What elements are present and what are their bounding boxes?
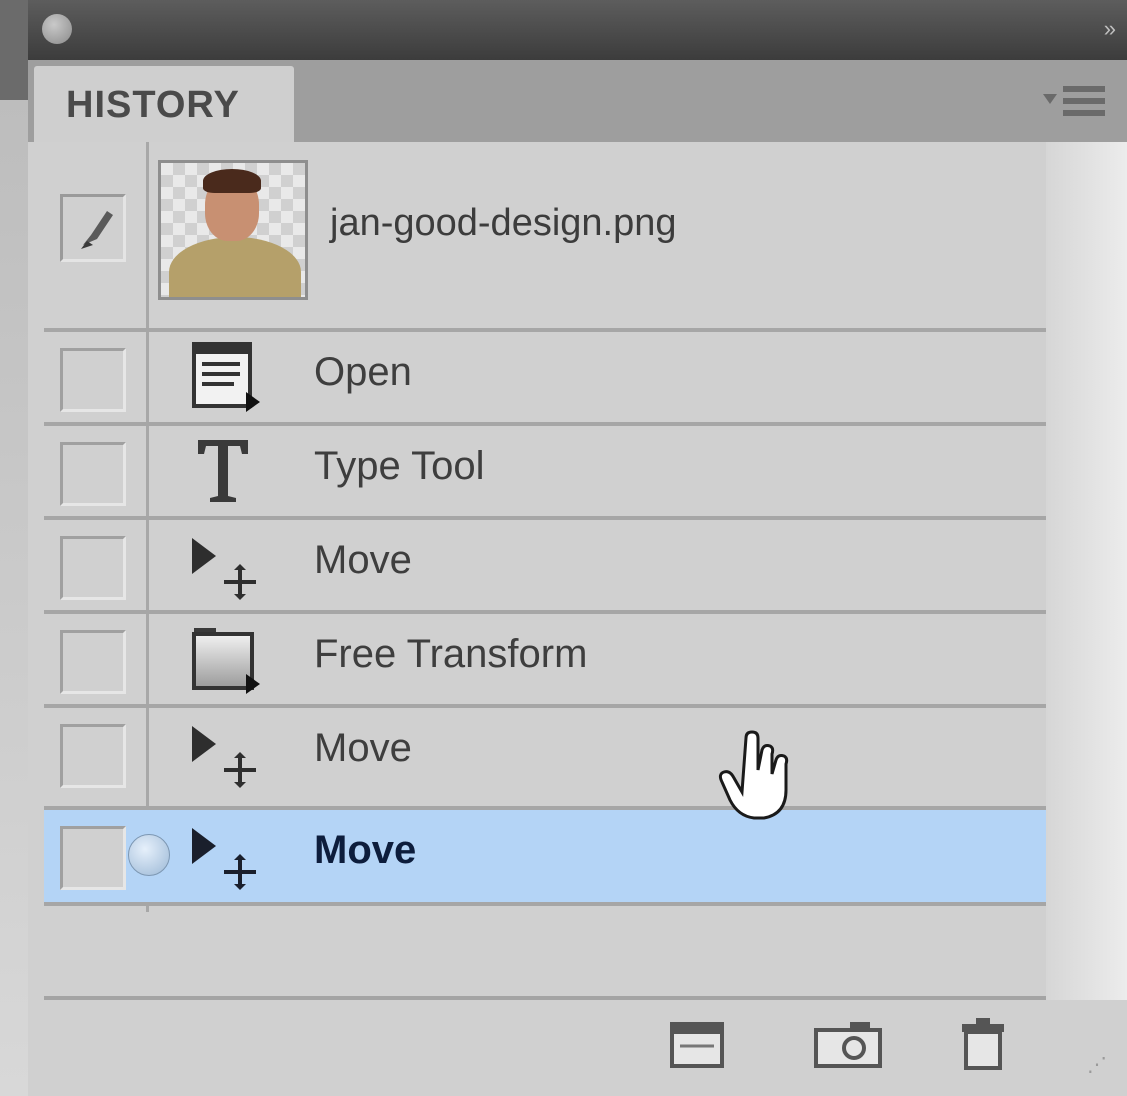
history-brush-source-checkbox[interactable]: [60, 630, 126, 694]
delete-state-icon[interactable]: [958, 1016, 1008, 1072]
history-brush-source-checkbox[interactable]: [60, 194, 126, 262]
history-brush-source-checkbox[interactable]: [60, 348, 126, 412]
tab-history-label: HISTORY: [66, 84, 240, 126]
history-list: jan-good-design.png Open Type Tool Move …: [44, 142, 1046, 912]
move-tool-icon: [192, 828, 256, 890]
hand-cursor-icon: [718, 730, 789, 820]
tab-strip: HISTORY: [28, 60, 1127, 142]
panel-titlebar[interactable]: »: [28, 0, 1127, 60]
history-panel: » HISTORY jan-good-design.png Open Type …: [28, 0, 1127, 1096]
history-state-slider[interactable]: [128, 834, 170, 876]
snapshot-thumbnail: [158, 160, 308, 300]
create-snapshot-icon[interactable]: [810, 1016, 886, 1072]
history-row[interactable]: Open: [44, 328, 1046, 422]
history-row-selected[interactable]: Move: [44, 806, 1046, 906]
history-row-label: Move: [314, 726, 412, 770]
history-row[interactable]: Move: [44, 704, 1046, 798]
history-brush-source-checkbox[interactable]: [60, 442, 126, 506]
history-row[interactable]: Move: [44, 516, 1046, 610]
background-window-edge: [0, 0, 28, 1096]
snapshot-name: jan-good-design.png: [330, 202, 677, 244]
free-transform-icon: [192, 628, 260, 694]
resize-grip-icon[interactable]: ⋰: [1087, 1052, 1117, 1082]
history-brush-source-checkbox[interactable]: [60, 826, 126, 890]
move-tool-icon: [192, 726, 256, 788]
history-brush-icon: [81, 211, 113, 249]
panel-footer: ⋰: [28, 1000, 1127, 1096]
new-document-from-state-icon[interactable]: [666, 1016, 730, 1072]
history-row-label: Free Transform: [314, 632, 588, 676]
history-row-label: Type Tool: [314, 444, 485, 488]
history-brush-source-checkbox[interactable]: [60, 536, 126, 600]
tab-history[interactable]: HISTORY: [34, 66, 294, 142]
history-row[interactable]: Free Transform: [44, 610, 1046, 704]
history-row[interactable]: Type Tool: [44, 422, 1046, 516]
snapshot-row[interactable]: jan-good-design.png: [44, 142, 1046, 328]
history-row-label: Move: [314, 828, 417, 872]
panel-menu-icon[interactable]: [1043, 82, 1107, 122]
scroll-area-edge: [1046, 142, 1127, 1002]
history-row-label: Move: [314, 538, 412, 582]
history-row-label: Open: [314, 350, 412, 394]
open-document-icon: [192, 342, 260, 412]
close-icon[interactable]: [42, 14, 72, 44]
type-tool-icon: [198, 440, 248, 502]
history-brush-source-checkbox[interactable]: [60, 724, 126, 788]
move-tool-icon: [192, 538, 256, 600]
collapse-icon[interactable]: »: [1104, 16, 1116, 42]
